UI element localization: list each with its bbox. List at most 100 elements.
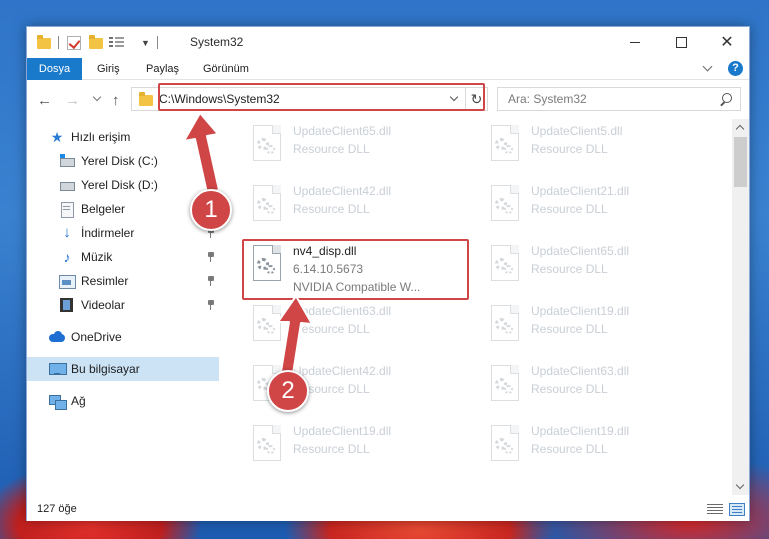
item-count: 127 öğe: [37, 503, 77, 515]
file-name: UpdateClient19.dll: [531, 424, 630, 438]
sidebar-item-label: Bu bilgisayar: [71, 362, 140, 376]
file-tile[interactable]: UpdateClient19.dll Resource DLL: [481, 299, 711, 355]
documents-icon: [59, 202, 75, 218]
pin-icon[interactable]: [207, 252, 215, 262]
downloads-icon: ↓: [63, 224, 71, 241]
customize-toolbar-icon[interactable]: [109, 34, 125, 52]
file-tile[interactable]: UpdateClient5.dll Resource DLL: [481, 119, 711, 175]
properties-check-icon[interactable]: [67, 34, 81, 52]
file-tile[interactable]: UpdateClient42.dll Resource DLL: [243, 179, 473, 235]
dll-file-icon: [485, 243, 523, 291]
recent-locations-chevron-icon[interactable]: [92, 92, 102, 102]
file-name: UpdateClient42.dll: [293, 184, 392, 198]
file-name: UpdateClient65.dll: [293, 124, 392, 138]
dll-file-icon: [247, 183, 285, 231]
back-arrow-icon[interactable]: ←: [37, 92, 52, 109]
file-tile[interactable]: UpdateClient65.dll Resource DLL: [243, 119, 473, 175]
sidebar-item-onedrive[interactable]: OneDrive: [27, 325, 219, 349]
dll-file-icon: [247, 123, 285, 171]
window-title: System32: [190, 35, 244, 49]
file-description: Resource DLL: [531, 322, 608, 336]
sidebar-item-drive-d[interactable]: Yerel Disk (D:): [27, 173, 219, 197]
sidebar-item-label: Yerel Disk (C:): [81, 154, 158, 168]
file-name: UpdateClient21.dll: [531, 184, 630, 198]
file-name: UpdateClient5.dll: [531, 124, 623, 138]
details-view-icon[interactable]: [707, 504, 723, 516]
drive-c-icon: [59, 154, 75, 168]
file-description: Resource DLL: [293, 202, 370, 216]
file-tile[interactable]: UpdateClient21.dll Resource DLL: [481, 179, 711, 235]
file-tile[interactable]: UpdateClient19.dll Resource DLL: [243, 419, 473, 475]
sidebar-item-label: Resimler: [81, 274, 129, 288]
scroll-up-icon[interactable]: [735, 124, 745, 134]
sidebar-item-network[interactable]: Ağ: [27, 389, 219, 413]
file-description: Resource DLL: [531, 442, 608, 456]
pin-icon[interactable]: [207, 276, 215, 286]
close-button[interactable]: ✕: [704, 27, 750, 57]
search-placeholder[interactable]: Ara: System32: [508, 92, 587, 106]
sidebar-item-drive-c[interactable]: Yerel Disk (C:): [27, 149, 219, 173]
onedrive-icon: [49, 330, 65, 344]
sidebar-item-label: Videolar: [81, 298, 125, 312]
sidebar-item-downloads[interactable]: ↓ İndirmeler: [27, 221, 219, 245]
minimize-button[interactable]: [612, 27, 658, 57]
file-description: Resource DLL: [293, 442, 370, 456]
sidebar-item-this-pc[interactable]: Bu bilgisayar: [27, 357, 219, 381]
sidebar-item-pictures[interactable]: Resimler: [27, 269, 219, 293]
tab-file[interactable]: Dosya: [27, 58, 82, 80]
sidebar-item-label: Belgeler: [81, 202, 126, 216]
dll-file-icon: [485, 123, 523, 171]
file-tile[interactable]: UpdateClient63.dll Resource DLL: [481, 359, 711, 415]
scroll-down-icon[interactable]: [735, 480, 745, 490]
navigation-pane: ★ Hızlı erişim Yerel Disk (C:) Yerel Dis…: [27, 119, 219, 495]
file-name: UpdateClient19.dll: [293, 424, 392, 438]
this-pc-icon: [49, 362, 67, 376]
address-highlight-box: [158, 83, 485, 111]
expand-ribbon-icon[interactable]: [702, 61, 713, 72]
file-name: UpdateClient42.dll: [293, 364, 392, 378]
dll-file-icon: [485, 423, 523, 471]
file-tile[interactable]: UpdateClient65.dll Resource DLL: [481, 239, 711, 295]
new-folder-icon[interactable]: [89, 34, 103, 52]
sidebar-item-label: OneDrive: [71, 330, 122, 344]
file-description: Resource DLL: [531, 142, 608, 156]
file-highlight-box: [242, 239, 469, 300]
file-description: Resource DLL: [531, 262, 608, 276]
vertical-scrollbar[interactable]: [732, 119, 749, 495]
sidebar-item-quick-access[interactable]: ★ Hızlı erişim: [27, 125, 219, 149]
videos-icon: [59, 298, 75, 312]
file-description: Resource DLL: [531, 202, 608, 216]
sidebar-item-music[interactable]: ♪ Müzik: [27, 245, 219, 269]
search-box[interactable]: Ara: System32: [497, 87, 741, 111]
network-icon: [49, 394, 67, 410]
file-description: Resource DLL: [293, 142, 370, 156]
sidebar-item-videos[interactable]: Videolar: [27, 293, 219, 317]
pin-icon[interactable]: [207, 300, 215, 310]
callout-badge-1: 1: [190, 189, 232, 231]
file-tile[interactable]: UpdateClient19.dll Resource DLL: [481, 419, 711, 475]
tab-home[interactable]: Giriş: [97, 58, 120, 80]
forward-arrow-icon[interactable]: →: [65, 92, 80, 109]
ribbon-tabs: Dosya Giriş Paylaş Görünüm ?: [27, 58, 749, 80]
dll-file-icon: [485, 363, 523, 411]
tab-view[interactable]: Görünüm: [203, 58, 249, 80]
dll-file-icon: [485, 183, 523, 231]
search-icon[interactable]: [720, 93, 732, 105]
tiles-view-icon[interactable]: [729, 503, 745, 516]
file-name: UpdateClient65.dll: [531, 244, 630, 258]
toolbar-dropdown-icon[interactable]: ▼: [141, 34, 150, 52]
file-tile[interactable]: UpdateClient63.dll Resource DLL: [243, 299, 473, 355]
sidebar-item-label: Yerel Disk (D:): [81, 178, 158, 192]
maximize-button[interactable]: [658, 27, 704, 57]
dll-file-icon: [485, 303, 523, 351]
file-list: UpdateClient65.dll Resource DLL UpdateCl…: [227, 119, 733, 495]
help-icon[interactable]: ?: [728, 61, 743, 76]
tab-share[interactable]: Paylaş: [146, 58, 179, 80]
scroll-thumb[interactable]: [734, 137, 747, 187]
drive-d-icon: [59, 178, 75, 192]
dll-file-icon: [247, 303, 285, 351]
sidebar-item-label: Müzik: [81, 250, 113, 264]
sidebar-item-label: İndirmeler: [81, 226, 135, 240]
file-name: UpdateClient19.dll: [531, 304, 630, 318]
up-arrow-icon[interactable]: ↑: [112, 92, 120, 109]
